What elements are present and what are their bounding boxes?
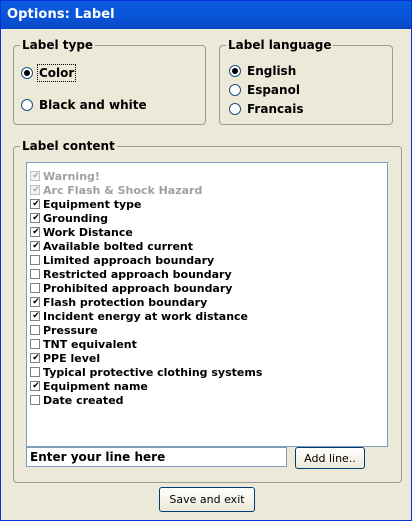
list-item-label: Grounding <box>43 211 109 225</box>
radio-color-indicator[interactable] <box>21 67 33 79</box>
radio-francais-label[interactable]: Francais <box>247 102 303 116</box>
list-item-label: Available bolted current <box>43 239 193 253</box>
line-input-value: Enter your line here <box>30 450 166 464</box>
label-content-group: Label content Warning!Arc Flash & Shock … <box>13 139 402 483</box>
save-and-exit-button[interactable]: Save and exit <box>159 487 255 512</box>
radio-color[interactable]: Color <box>21 64 77 82</box>
list-item[interactable]: Limited approach boundary <box>27 253 387 267</box>
title-bar[interactable]: Options: Label <box>1 1 411 29</box>
list-item-label: Date created <box>43 393 124 407</box>
radio-black-and-white-label[interactable]: Black and white <box>39 98 147 112</box>
list-item-label: Warning! <box>43 169 100 183</box>
checkbox-icon[interactable] <box>30 199 41 209</box>
list-item[interactable]: PPE level <box>27 351 387 365</box>
checkbox-icon[interactable] <box>30 311 41 321</box>
radio-espanol-indicator[interactable] <box>229 84 241 96</box>
list-item[interactable]: Grounding <box>27 211 387 225</box>
checkbox-icon[interactable] <box>30 395 40 405</box>
list-item-label: PPE level <box>43 351 101 365</box>
list-item-label: Pressure <box>43 323 98 337</box>
list-item[interactable]: Prohibited approach boundary <box>27 281 387 295</box>
checkbox-icon[interactable] <box>30 213 41 223</box>
checkbox-icon[interactable] <box>30 325 40 335</box>
checkbox-icon[interactable] <box>30 367 40 377</box>
list-item-label: Prohibited approach boundary <box>43 281 233 295</box>
radio-color-label[interactable]: Color <box>36 64 77 82</box>
radio-black-and-white[interactable]: Black and white <box>21 98 147 112</box>
radio-espanol-label[interactable]: Espanol <box>247 83 300 97</box>
list-item-label: TNT equivalent <box>43 337 137 351</box>
list-item-label: Work Distance <box>43 225 133 239</box>
checkbox-icon[interactable] <box>30 381 41 391</box>
radio-english-indicator[interactable] <box>229 65 241 77</box>
radio-english-label[interactable]: English <box>247 64 296 78</box>
checkbox-icon <box>30 185 41 195</box>
label-type-title: Label type <box>20 38 96 52</box>
add-line-label: Add line.. <box>304 451 356 465</box>
radio-francais[interactable]: Francais <box>229 102 303 116</box>
list-item[interactable]: Equipment type <box>27 197 387 211</box>
list-item-label: Restricted approach boundary <box>43 267 232 281</box>
list-item-label: Equipment type <box>43 197 142 211</box>
list-item[interactable]: Restricted approach boundary <box>27 267 387 281</box>
list-item-label: Incident energy at work distance <box>43 309 249 323</box>
checkbox-icon <box>30 171 41 181</box>
save-and-exit-label: Save and exit <box>169 493 245 506</box>
list-item[interactable]: Pressure <box>27 323 387 337</box>
radio-black-and-white-indicator[interactable] <box>21 99 33 111</box>
list-item[interactable]: Equipment name <box>27 379 387 393</box>
label-language-group: Label language English Espanol Francais <box>219 38 393 125</box>
label-type-group: Label type Color Black and white <box>13 38 206 125</box>
checkbox-icon[interactable] <box>30 297 41 307</box>
list-item[interactable]: Available bolted current <box>27 239 387 253</box>
list-item-label: Limited approach boundary <box>43 253 215 267</box>
list-item-label: Equipment name <box>43 379 148 393</box>
list-item[interactable]: TNT equivalent <box>27 337 387 351</box>
radio-english[interactable]: English <box>229 64 296 78</box>
radio-espanol[interactable]: Espanol <box>229 83 300 97</box>
list-item: Warning! <box>27 169 387 183</box>
list-item: Arc Flash & Shock Hazard <box>27 183 387 197</box>
list-item[interactable]: Work Distance <box>27 225 387 239</box>
label-language-title: Label language <box>226 38 334 52</box>
checkbox-icon[interactable] <box>30 269 40 279</box>
checkbox-icon[interactable] <box>30 283 40 293</box>
list-item-label: Flash protection boundary <box>43 295 208 309</box>
line-input[interactable]: Enter your line here <box>26 447 287 467</box>
label-content-list[interactable]: Warning!Arc Flash & Shock HazardEquipmen… <box>26 162 388 447</box>
options-label-dialog: Options: Label Label type Color Black an… <box>0 0 412 521</box>
checkbox-icon[interactable] <box>30 227 41 237</box>
label-content-title: Label content <box>20 139 117 153</box>
radio-francais-indicator[interactable] <box>229 103 241 115</box>
checkbox-icon[interactable] <box>30 353 41 363</box>
window-title: Options: Label <box>7 7 115 22</box>
add-line-button[interactable]: Add line.. <box>295 447 365 469</box>
checkbox-icon[interactable] <box>30 339 40 349</box>
checkbox-icon[interactable] <box>30 255 40 265</box>
list-item-label: Arc Flash & Shock Hazard <box>43 183 203 197</box>
list-item[interactable]: Flash protection boundary <box>27 295 387 309</box>
list-item-label: Typical protective clothing systems <box>43 365 263 379</box>
list-item[interactable]: Incident energy at work distance <box>27 309 387 323</box>
list-item[interactable]: Typical protective clothing systems <box>27 365 387 379</box>
checkbox-icon[interactable] <box>30 241 41 251</box>
list-item[interactable]: Date created <box>27 393 387 407</box>
